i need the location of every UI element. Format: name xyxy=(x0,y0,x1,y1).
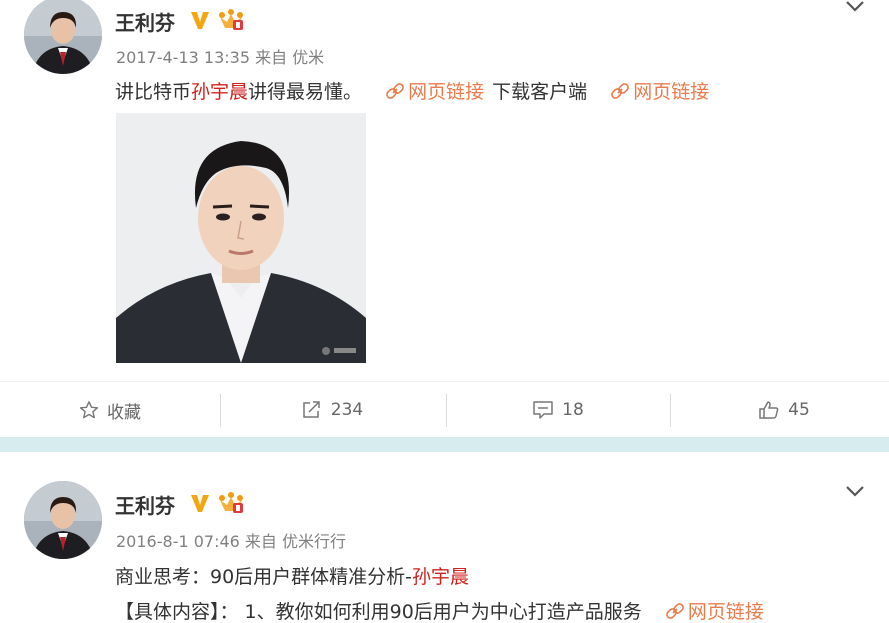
action-divider xyxy=(220,394,221,427)
web-link-3-label[interactable]: 网页链接 xyxy=(688,601,764,623)
post-text-pre: 商业思考：90后用户群体精准分析- xyxy=(115,566,413,588)
verified-v-icon[interactable] xyxy=(189,9,211,31)
repost-count: 234 xyxy=(330,400,364,420)
favorite-button[interactable]: 收藏 xyxy=(60,382,160,438)
action-divider xyxy=(670,394,671,427)
web-link-1[interactable]: 网页链接 xyxy=(382,81,490,103)
chevron-down-icon[interactable] xyxy=(845,0,865,14)
link-icon xyxy=(665,603,684,619)
repost-button[interactable]: 234 xyxy=(282,382,382,438)
web-link-2-label[interactable]: 网页链接 xyxy=(633,81,709,103)
verified-v-icon[interactable] xyxy=(189,492,211,514)
avatar[interactable] xyxy=(24,481,102,559)
chevron-down-icon[interactable] xyxy=(845,485,865,499)
post-text-line-1: 商业思考：90后用户群体精准分析-孙宇晨 xyxy=(115,562,469,589)
author-name[interactable]: 王利芬 xyxy=(115,7,175,36)
mention-link[interactable]: 孙宇晨 xyxy=(191,81,248,103)
post-text-detail: 【具体内容】： 1、教你如何利用90后用户为中心打造产品服务 xyxy=(115,601,642,623)
comment-button[interactable]: 18 xyxy=(508,382,608,438)
post-text-post: 讲得最易懂。 xyxy=(248,81,363,103)
mention-link[interactable]: 孙宇晨 xyxy=(412,566,469,588)
repost-icon xyxy=(303,401,320,418)
favorite-label: 收藏 xyxy=(107,402,141,423)
action-bar: 收藏 234 18 45 xyxy=(0,381,889,438)
web-link-2[interactable]: 网页链接 xyxy=(607,81,709,103)
vip-crown-icon[interactable] xyxy=(218,491,244,515)
post-card-2: 王利芬 2016-8-1 07:46 来自 优米行行 商业思考：90后用户群体精… xyxy=(0,452,889,623)
comment-icon xyxy=(533,401,553,419)
like-count: 45 xyxy=(788,400,810,420)
post-text-line-2: 【具体内容】： 1、教你如何利用90后用户为中心打造产品服务 网页链接 xyxy=(115,597,764,623)
post-meta: 2016-8-1 07:46 来自 优米行行 xyxy=(116,532,346,551)
post-card-1: 王利芬 2017-4-13 13:35 来自 优米 讲比特币孙宇晨讲得最易懂。 … xyxy=(0,0,889,437)
link-icon xyxy=(386,83,404,99)
author-name[interactable]: 王利芬 xyxy=(115,490,175,519)
thumbs-up-icon xyxy=(759,401,779,419)
post-text: 讲比特币孙宇晨讲得最易懂。 网页链接 下载客户端 网页链接 xyxy=(115,77,709,104)
post-text-pre: 讲比特币 xyxy=(115,81,192,103)
star-icon xyxy=(79,401,99,419)
like-button[interactable]: 45 xyxy=(734,382,834,438)
action-divider xyxy=(446,394,447,427)
post-meta: 2017-4-13 13:35 来自 优米 xyxy=(116,48,325,67)
download-client-text: 下载客户端 xyxy=(492,81,588,103)
comment-count: 18 xyxy=(562,400,584,420)
web-link-1-label[interactable]: 网页链接 xyxy=(408,81,484,103)
web-link-3[interactable]: 网页链接 xyxy=(662,601,764,623)
avatar[interactable] xyxy=(24,0,102,74)
link-icon xyxy=(611,83,630,99)
post-image[interactable] xyxy=(116,113,366,363)
feed-separator xyxy=(0,437,889,452)
vip-crown-icon[interactable] xyxy=(218,8,244,32)
